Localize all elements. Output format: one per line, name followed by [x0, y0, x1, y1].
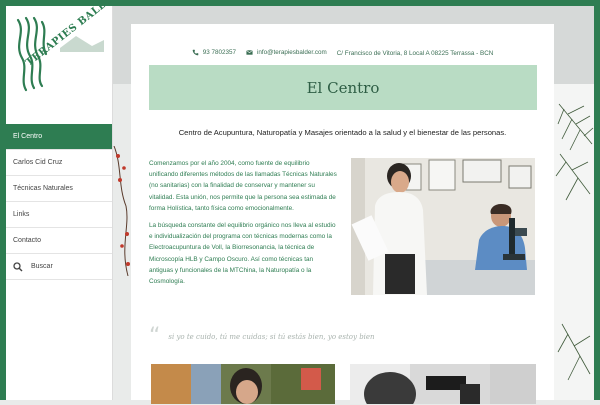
- logo-graphic: [16, 16, 104, 92]
- logo[interactable]: TERAPIES BALDER: [6, 0, 123, 124]
- phone-icon: [192, 50, 198, 56]
- email-info[interactable]: info@terapiesbalder.com: [246, 49, 327, 56]
- sidebar-item-tecnicas-naturales[interactable]: Técnicas Naturales: [6, 176, 112, 202]
- paragraph: La búsqueda constante del equilibrio org…: [149, 222, 336, 286]
- page-title: El Centro: [306, 78, 380, 97]
- sidebar-item-contacto[interactable]: Contacto: [6, 228, 112, 254]
- description-column: Comenzamos por el año 2004, como fuente …: [149, 158, 339, 293]
- content-card: 93 7802357 info@terapiesbalder.com C/ Fr…: [131, 24, 554, 404]
- sidebar: TERAPIES BALDER El Centro Carlos Cid Cru…: [6, 0, 123, 400]
- pine-decoration-right: [554, 84, 594, 400]
- gallery-photo-2: [350, 364, 536, 404]
- quote-icon: “: [149, 324, 161, 349]
- frame-right: [594, 0, 600, 400]
- phone-number: 93 7802357: [202, 49, 236, 57]
- contact-bar: 93 7802357 info@terapiesbalder.com C/ Fr…: [131, 46, 554, 60]
- address-text: C/ Francisco de Vitoria, 8 Local A 08225…: [336, 49, 494, 57]
- page-title-banner: El Centro: [149, 65, 537, 110]
- sidebar-item-links[interactable]: Links: [6, 202, 112, 228]
- paragraph: Comenzamos por el año 2004, como fuente …: [149, 160, 337, 212]
- sidebar-item-el-centro[interactable]: El Centro: [6, 124, 112, 150]
- search-label: Buscar: [31, 263, 53, 270]
- sidebar-item-carlos-cid-cruz[interactable]: Carlos Cid Cruz: [6, 150, 112, 176]
- email-icon: [246, 50, 253, 56]
- phone-info[interactable]: 93 7802357: [192, 49, 236, 56]
- search-button[interactable]: Buscar: [6, 254, 112, 280]
- intro-text: Centro de Acupuntura, Naturopatía y Masa…: [178, 128, 507, 137]
- quote-text: si yo te cuido, tú me cuidas; si tú está…: [168, 333, 375, 341]
- quote: “ si yo te cuido, tú me cuidas; si tú es…: [149, 324, 375, 349]
- search-icon: [13, 261, 23, 271]
- gallery-photo-1: [151, 364, 335, 404]
- center-photo: [351, 158, 535, 295]
- main-nav: El Centro Carlos Cid Cruz Técnicas Natur…: [6, 124, 112, 280]
- email-address: info@terapiesbalder.com: [256, 49, 327, 57]
